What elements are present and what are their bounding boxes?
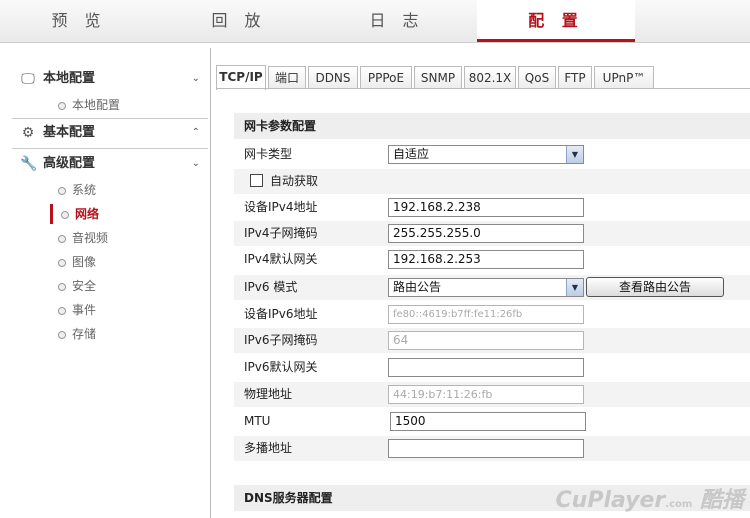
mtu-input[interactable]: 1500 bbox=[390, 412, 586, 431]
bullet-icon bbox=[58, 307, 66, 315]
sidebar-item-storage[interactable]: 存储 bbox=[50, 324, 208, 344]
multicast-address-input[interactable] bbox=[388, 439, 584, 458]
sidebar-item-image[interactable]: 图像 bbox=[50, 252, 208, 272]
subtab-ddns[interactable]: DDNS bbox=[308, 66, 358, 89]
ipv4-address-input[interactable]: 192.168.2.238 bbox=[388, 198, 584, 217]
ipv6-gateway-input[interactable] bbox=[388, 358, 584, 377]
ipv4-mask-input[interactable]: 255.255.255.0 bbox=[388, 224, 584, 243]
subtab-pppoe[interactable]: PPPoE bbox=[360, 66, 412, 89]
row-ipv4-mask: IPv4子网掩码 255.255.255.0 bbox=[234, 221, 750, 246]
sidebar-item-network[interactable]: 网络 bbox=[50, 204, 211, 224]
row-multicast: 多播地址 bbox=[234, 436, 750, 461]
bullet-icon bbox=[58, 331, 66, 339]
sidebar-item-audio-video[interactable]: 音视频 bbox=[50, 228, 208, 248]
tab-playback[interactable]: 回 放 bbox=[160, 0, 318, 42]
top-navigation: 预 览 回 放 日 志 配 置 bbox=[0, 0, 750, 43]
tab-preview[interactable]: 预 览 bbox=[0, 0, 158, 42]
sidebar-item-event[interactable]: 事件 bbox=[50, 300, 208, 320]
row-ipv6-mask: IPv6子网掩码 64 bbox=[234, 328, 750, 353]
chevron-up-icon: ⌃ bbox=[191, 127, 200, 138]
dhcp-checkbox[interactable] bbox=[250, 174, 263, 187]
row-nic-type: 网卡类型 自适应 ▼ bbox=[234, 142, 750, 167]
row-ipv6-gateway: IPv6默认网关 bbox=[234, 355, 750, 380]
subtab-upnp[interactable]: UPnP™ bbox=[594, 66, 654, 89]
cuplayer-watermark: CuPlayer.com 酷播 bbox=[555, 488, 744, 513]
divider bbox=[12, 118, 208, 119]
chevron-down-icon: ⌄ bbox=[191, 73, 200, 84]
chevron-down-icon: ⌄ bbox=[191, 158, 200, 169]
subtab-snmp[interactable]: SNMP bbox=[414, 66, 462, 89]
view-route-advert-button[interactable]: 查看路由公告 bbox=[586, 277, 724, 297]
gear-icon: ⚙ bbox=[21, 125, 35, 141]
row-ipv4-addr: 设备IPv4地址 192.168.2.238 bbox=[234, 195, 750, 220]
chevron-down-icon: ▼ bbox=[566, 279, 583, 296]
bullet-icon bbox=[58, 259, 66, 267]
sidebar-group-basic-config[interactable]: ⚙ 基本配置 ⌃ bbox=[10, 120, 208, 146]
wrench-icon: 🔧 bbox=[20, 156, 38, 172]
ipv6-address-input: fe80::4619:b7ff:fe11:26fb bbox=[388, 305, 584, 324]
row-dhcp: 自动获取 bbox=[234, 169, 750, 194]
bullet-icon bbox=[58, 283, 66, 291]
row-ipv6-mode: IPv6 模式 路由公告 ▼ 查看路由公告 bbox=[234, 275, 750, 300]
divider bbox=[12, 148, 208, 149]
section-header-nic: 网卡参数配置 bbox=[234, 113, 750, 139]
subtab-tcpip[interactable]: TCP/IP bbox=[216, 65, 266, 90]
tab-divider bbox=[216, 88, 750, 89]
bullet-icon bbox=[58, 102, 66, 110]
row-ipv4-gateway: IPv4默认网关 192.168.2.253 bbox=[234, 247, 750, 272]
sidebar-item-system[interactable]: 系统 bbox=[50, 180, 208, 200]
ipv6-mask-input: 64 bbox=[388, 331, 584, 350]
bullet-icon bbox=[58, 235, 66, 243]
nic-type-select[interactable]: 自适应 ▼ bbox=[388, 145, 584, 164]
tab-log[interactable]: 日 志 bbox=[318, 0, 476, 42]
subtab-qos[interactable]: QoS bbox=[518, 66, 556, 89]
subtab-8021x[interactable]: 802.1X bbox=[464, 66, 516, 89]
subtab-ftp[interactable]: FTP bbox=[558, 66, 592, 89]
ipv4-gateway-input[interactable]: 192.168.2.253 bbox=[388, 250, 584, 269]
monitor-icon: 🖵 bbox=[21, 71, 35, 87]
mac-address-input: 44:19:b7:11:26:fb bbox=[388, 385, 584, 404]
sidebar-item-local-config[interactable]: 本地配置 bbox=[50, 95, 208, 115]
sidebar-item-security[interactable]: 安全 bbox=[50, 276, 208, 296]
row-mac: 物理地址 44:19:b7:11:26:fb bbox=[234, 382, 750, 407]
row-ipv6-addr: 设备IPv6地址 fe80::4619:b7ff:fe11:26fb bbox=[234, 302, 750, 327]
tab-config[interactable]: 配 置 bbox=[477, 0, 635, 42]
bullet-icon bbox=[58, 187, 66, 195]
row-mtu: MTU 1500 bbox=[234, 409, 750, 434]
ipv6-mode-select[interactable]: 路由公告 ▼ bbox=[388, 278, 584, 297]
chevron-down-icon: ▼ bbox=[566, 146, 583, 163]
sidebar-group-local-config[interactable]: 🖵 本地配置 ⌄ bbox=[10, 66, 208, 92]
subtab-port[interactable]: 端口 bbox=[268, 66, 306, 89]
bullet-icon bbox=[61, 211, 69, 219]
sidebar-group-advanced-config[interactable]: 🔧 高级配置 ⌄ bbox=[10, 151, 208, 177]
